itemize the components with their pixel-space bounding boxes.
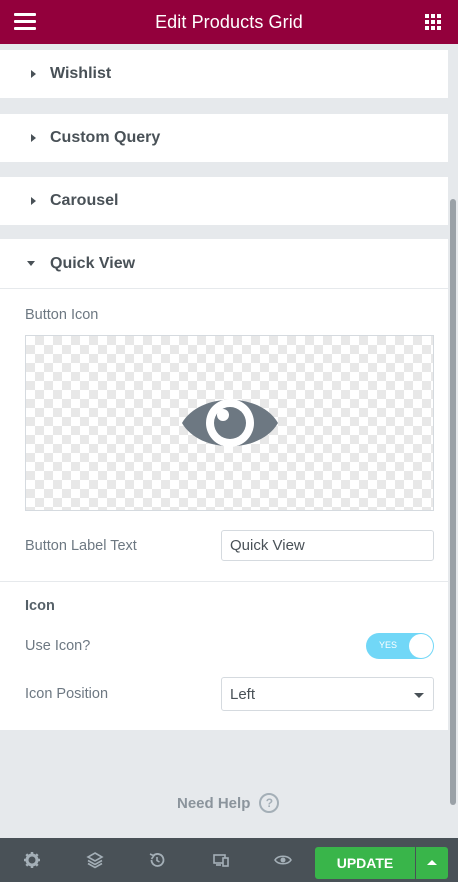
icon-heading: Icon [25,598,55,614]
section-custom-query[interactable]: Custom Query [0,114,448,163]
section-quick-view[interactable]: Quick View [0,239,448,289]
divider [0,581,448,582]
update-button[interactable]: UPDATE [315,847,415,879]
section-label: Quick View [50,254,136,272]
toggle-knob [409,634,433,658]
section-wishlist[interactable]: Wishlist [0,50,448,99]
section-carousel[interactable]: Carousel [0,177,448,226]
layers-icon[interactable] [86,851,104,869]
section-label: Carousel [50,192,119,209]
caret-up-icon [427,860,437,865]
panel-title: Edit Products Grid [155,11,303,32]
need-help-link[interactable]: Need Help ? [177,793,280,813]
editor-header: Edit Products Grid [0,0,458,44]
button-icon-label: Button Icon [25,307,99,323]
toggle-state-text: YES [379,640,398,650]
caret-right-icon [31,70,36,78]
apps-grid-icon[interactable] [425,14,441,30]
caret-right-icon [31,134,36,142]
caret-down-icon [27,261,35,266]
panel-content: Wishlist Custom Query Carousel Quick Vie… [0,44,458,838]
responsive-icon[interactable] [212,851,230,869]
caret-right-icon [31,197,36,205]
update-options-button[interactable] [416,847,448,879]
button-label-text-label: Button Label Text [25,538,137,554]
section-label: Wishlist [50,65,112,82]
chevron-down-icon [414,693,424,698]
select-value: Left [230,686,256,703]
history-icon[interactable] [148,851,166,869]
settings-icon[interactable] [23,851,41,869]
button-label-text-input[interactable] [221,530,434,561]
menu-icon[interactable] [14,13,36,31]
icon-position-select[interactable]: Left [221,677,434,711]
use-icon-toggle[interactable]: YES [366,633,434,659]
preview-icon[interactable] [274,851,292,869]
help-icon: ? [259,793,280,813]
scrollbar[interactable] [450,199,456,805]
icon-picker[interactable] [25,335,434,511]
use-icon-label: Use Icon? [25,638,91,654]
need-help-text: Need Help [177,794,251,812]
section-label: Custom Query [50,129,161,146]
eye-icon [182,399,278,447]
icon-position-label: Icon Position [25,686,109,702]
